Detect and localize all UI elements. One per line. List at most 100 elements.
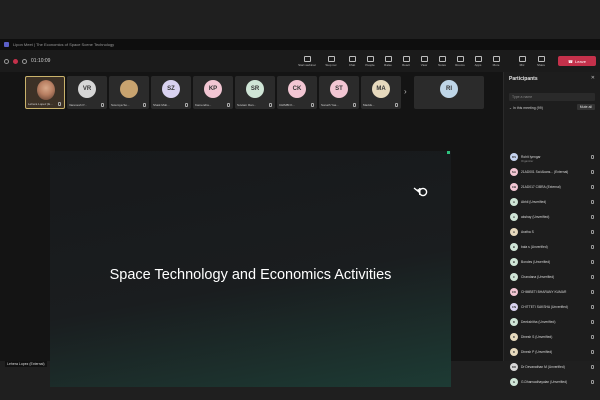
mic-off-icon [311,103,314,107]
mic-off-icon [591,245,594,249]
participant-name: CHIMBETI BHARANY KUMAR [521,290,567,294]
avatar: MA [372,80,390,98]
participant-name: Sonath Yas... [321,103,339,107]
participant-list-item[interactable]: DD Dr Devanathan M (Unverified) [510,361,596,373]
toolbar-people-button[interactable]: People [362,52,378,70]
participant-tile[interactable]: SR Suvtam Ran... [235,76,275,109]
participant-tile[interactable]: CK CHIMBI K... [277,76,317,109]
participant-tile[interactable]: SZ Shaik Mob... [151,76,191,109]
participant-tile[interactable]: MA Madds... [361,76,401,109]
toolbar-chat-button[interactable]: Chat [344,52,360,70]
avatar: VR [78,80,96,98]
participant-name: Kamendra... [195,103,212,107]
toolbar-raise-button[interactable]: Raise [380,52,396,70]
chevron-right-icon[interactable]: › [404,87,407,96]
participant-search-input[interactable]: Type a name [509,93,595,101]
participant-tile[interactable]: KP Kamendra... [193,76,233,109]
participant-tile[interactable]: Sowmya So... [109,76,149,109]
toolbar-apps-button[interactable]: Apps [470,52,486,70]
rooms-icon [456,55,464,62]
meeting-toolbar: 01:10:09 Start webinar Stop rec Chat People… [0,50,600,72]
participant-tile[interactable]: ST Sonath Yas... [319,76,359,109]
participant-tile-overflow[interactable]: RI [414,76,484,109]
participant-list-item[interactable]: SA 21AD001 Sai Akans... (External) [510,166,596,178]
mic-off-icon [591,335,594,339]
toolbar-start-webinar-button[interactable]: Start webinar [296,52,318,70]
participant-list-item[interactable]: G G.Dhanvadhayalan (Unverified) [510,376,596,388]
shield-icon [4,58,9,64]
participant-list-item[interactable]: CN CHITTETI SAKSHA (Unverified) [510,301,596,313]
mic-off-icon [591,305,594,309]
pause-icon[interactable] [22,58,27,64]
leave-button[interactable]: ☎ Leave [558,56,596,66]
mic-off-icon [591,230,594,234]
mute-all-button[interactable]: Mute all [576,104,595,110]
recording-icon [13,58,18,64]
participant-list-item[interactable]: A Aratha S [510,226,596,238]
mic-off-icon [591,290,594,294]
mic-off-icon [591,380,594,384]
participant-list-item[interactable]: D Dinesh S (Unverified) [510,331,596,343]
toolbar-view-button[interactable]: View [416,52,432,70]
meeting-window: Lipon Meet | The Economics of Space Scen… [0,39,600,387]
participant-name: Dr Devanathan M (Unverified) [521,365,565,369]
close-icon[interactable]: ✕ [591,75,595,81]
participant-name: Suvtam Ran... [237,103,257,107]
participant-name: Bondes (Unverified) [521,260,551,264]
toolbar-notes-button[interactable]: Notes [434,52,450,70]
participant-list-item[interactable]: CB 21AD017 CIBRA (External) [510,181,596,193]
mic-off-icon [227,103,230,107]
toolbar-share-button[interactable]: Share [533,52,549,70]
participant-tile[interactable]: VR Varenesh P... [67,76,107,109]
participant-list-item[interactable]: C Chandana (Unverified) [510,271,596,283]
raise-icon [384,55,392,62]
share-indicator [447,151,450,154]
participant-list-item[interactable]: RS Rohit Iyengar Organizer [510,151,596,163]
avatar: D [510,318,518,326]
avatar: CN [510,303,518,311]
avatar: G [510,378,518,386]
participant-list-item[interactable]: CK CHIMBETI BHARANY KUMAR [510,286,596,298]
presentation-logo-icon [413,187,428,197]
avatar: CB [510,183,518,191]
phone-icon: ☎ [568,58,574,64]
toolbar-more-button[interactable]: More [488,52,504,70]
participant-list-item[interactable]: B Bondes (Unverified) [510,256,596,268]
mic-off-icon [353,103,356,107]
participant-name: G.Dhanvadhayalan (Unverified) [521,380,568,384]
participant-name: Lehera Lopez (E... [28,102,53,106]
participant-list-item[interactable]: D Deekshitha (Unverified) [510,316,596,328]
avatar: B [510,243,518,251]
toolbar-stop-rec-button[interactable]: Stop rec [320,52,342,70]
share-icon [537,55,545,62]
toolbar-react-button[interactable]: React [398,52,414,70]
participant-name: Chandana (Unverified) [521,275,555,279]
avatar: RS [510,153,518,161]
participant-name: 21AD017 CIBRA (External) [521,185,561,189]
participant-list-item[interactable]: A Abhil (Unverified) [510,196,596,208]
participant-tile[interactable]: Lehera Lopez (E... [25,76,65,109]
participant-list-item[interactable]: Aakshay (Unverified) [510,211,596,223]
start-webinar-icon [303,55,311,62]
stop-rec-icon [327,55,335,62]
toolbar-rooms-button[interactable]: Rooms [452,52,468,70]
participant-list-item[interactable]: Bbala s (Unverified) [510,241,596,253]
toolbar-mic-button[interactable]: Mic [514,52,530,70]
react-icon [402,55,410,62]
mic-off-icon [269,103,272,107]
slide-title: Space Technology and Economics Activitie… [109,267,392,283]
in-meeting-section[interactable]: ⌄ In this meeting (99) [509,106,543,110]
avatar: KP [204,80,222,98]
mic-off-icon [591,200,594,204]
mic-off-icon [395,103,398,107]
mic-off-icon [591,350,594,354]
avatar: A [510,198,518,206]
avatar: A [510,213,518,221]
participant-name: Dinesh P (Unverified) [521,350,553,354]
more-icon [492,55,500,62]
mic-off-icon [591,260,594,264]
participant-list-item[interactable]: D Dinesh P (Unverified) [510,346,596,358]
apps-icon [474,55,482,62]
avatar: DD [510,363,518,371]
participant-name: CHIMBI K... [279,103,295,107]
